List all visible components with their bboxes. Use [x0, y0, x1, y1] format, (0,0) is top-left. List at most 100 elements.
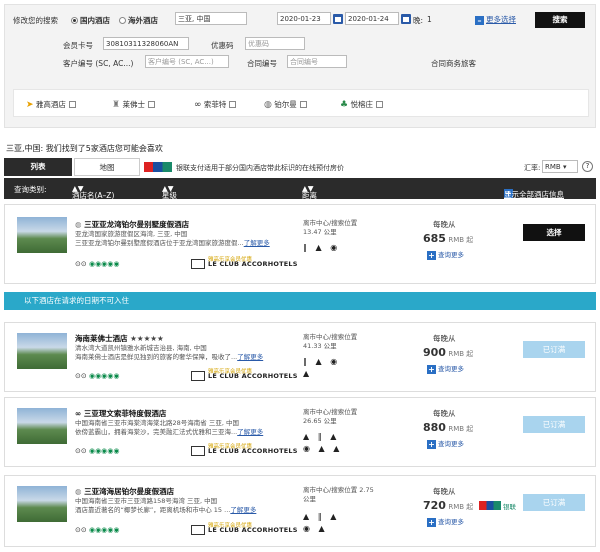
- plus-icon: +: [427, 440, 436, 449]
- raffles-icon: ♜: [112, 100, 121, 110]
- checkin-input[interactable]: 2020-01-23: [277, 12, 331, 25]
- currency-label: 汇率:: [524, 164, 541, 172]
- select-button[interactable]: 选择: [523, 224, 585, 241]
- calendar-icon[interactable]: [401, 14, 411, 24]
- member-input[interactable]: 30810311328060AN: [103, 37, 189, 50]
- more-options-link[interactable]: – 更多选择: [475, 14, 516, 25]
- hotel-desc: 依傍蓝霸山，拥着海棠沙，完美融汇法式优雅和三亚海...了解更多: [75, 428, 264, 436]
- sort-stars[interactable]: 星级 ▲▼: [162, 184, 177, 200]
- amenity-icons: ▲ ‖ ▲: [303, 512, 340, 521]
- details-link[interactable]: + 查询更多: [427, 363, 464, 374]
- pullman-icon: ◍: [75, 487, 82, 496]
- hotel-name[interactable]: ∞ 三亚理文索菲特度假酒店: [75, 408, 166, 419]
- checkbox[interactable]: [299, 101, 307, 108]
- distance-info: 离市中心/搜索位置 26.65 公里: [303, 408, 358, 425]
- price-label: 每晚从: [433, 409, 456, 418]
- booked-button[interactable]: 已订满: [523, 494, 585, 511]
- plus-icon: +: [427, 365, 436, 374]
- sort-name[interactable]: 酒店名(A–Z) ▲▼: [72, 184, 114, 200]
- brand-pullman[interactable]: ◍ 铂尔曼: [264, 99, 307, 110]
- brand-accor[interactable]: ➤ 雅高酒店: [26, 99, 76, 110]
- unionpay-notice: 银联支付适用于部分国内酒店带此标识的在线预付房价: [176, 164, 344, 172]
- learn-more-link[interactable]: 了解更多: [237, 428, 263, 436]
- leclub-badge: 雅高乐享会员优惠 LE CLUB ACCORHOTELS: [191, 523, 299, 537]
- radio-dot: [119, 17, 126, 24]
- hotel-desc: 海南莱佛士酒店是鲜见独到的旅客的奢华保障，吸收了...了解更多: [75, 353, 264, 361]
- amenity-icons: ◉ ▲: [303, 524, 328, 533]
- amenity-icons: ‖ ▲ ◉: [303, 243, 341, 252]
- hotel-address: 中国海南省三亚市三亚湾路158号海湾 三亚, 中国: [75, 497, 218, 505]
- booked-button[interactable]: 已订满: [523, 341, 585, 358]
- currency-select[interactable]: RMB ▾: [542, 160, 578, 173]
- leclub-badge: 雅高乐享会员优惠 LE CLUB ACCORHOTELS: [191, 444, 299, 458]
- learn-more-link[interactable]: 了解更多: [230, 506, 256, 514]
- checkbox[interactable]: [375, 101, 383, 108]
- promo-input[interactable]: 优惠码: [245, 37, 305, 50]
- distance-info: 离市中心/搜索位置 13.47 公里: [303, 219, 358, 236]
- search-button[interactable]: 搜索: [535, 12, 585, 28]
- price: 685 RMB 起: [423, 232, 474, 245]
- radio-domestic[interactable]: 国内酒店: [71, 15, 110, 26]
- details-link[interactable]: + 查询更多: [427, 516, 464, 527]
- hotel-card: 海南莱佛士酒店 ★★★★★ 清水湾大道凯州镇雅水新城吉治县, 海南, 中国 海南…: [4, 322, 596, 392]
- learn-more-link[interactable]: 了解更多: [237, 353, 263, 361]
- brand-sofitel[interactable]: ∞ 索菲特: [194, 99, 237, 110]
- hotel-photo[interactable]: [17, 217, 67, 253]
- sofitel-icon: ∞: [194, 100, 202, 110]
- hotel-photo[interactable]: [17, 408, 67, 444]
- checkbox[interactable]: [147, 101, 155, 108]
- tripadvisor-rating: ⊙⊙ ◉◉◉◉◉: [75, 260, 120, 268]
- hotel-card: ◍ 三亚亚龙湾铂尔曼别墅度假酒店 亚龙湾国家旅游度假区海湾, 三亚, 中国 三亚…: [4, 204, 596, 284]
- price: 880 RMB 起: [423, 421, 474, 434]
- contract-label: 合同编号: [247, 59, 277, 68]
- brand-filter-bar: ➤ 雅高酒店 ♜ 莱佛士 ∞ 索菲特 ◍ 铂尔曼 ♣ 悦榕庄: [13, 89, 589, 117]
- promo-label: 优惠码: [211, 41, 234, 50]
- hotel-name[interactable]: 海南莱佛士酒店 ★★★★★: [75, 333, 164, 344]
- checkbox[interactable]: [229, 101, 237, 108]
- chevron-down-icon: ▾: [562, 163, 567, 171]
- details-link[interactable]: + 查询更多: [427, 249, 464, 260]
- checkout-input[interactable]: 2020-01-24: [345, 12, 399, 25]
- distance-info: 离市中心/搜索位置 41.33 公里: [303, 333, 358, 350]
- unionpay-icon: [479, 501, 501, 510]
- hotel-photo[interactable]: [17, 333, 67, 369]
- hotel-address: 清水湾大道凯州镇雅水新城吉治县, 海南, 中国: [75, 344, 207, 352]
- hotel-photo[interactable]: [17, 486, 67, 522]
- sort-distance[interactable]: 距离 ▲▼: [302, 184, 317, 200]
- help-icon[interactable]: ?: [582, 161, 593, 172]
- checkbox[interactable]: [68, 101, 76, 108]
- booked-button[interactable]: 已订满: [523, 416, 585, 433]
- unionpay-icon: [144, 162, 172, 172]
- amenity-icons: ‖ ▲ ◉: [303, 357, 341, 366]
- pullman-icon: ◍: [75, 220, 82, 229]
- nights-value: 1: [427, 15, 432, 24]
- hotel-name[interactable]: ◍ 三亚湾海居铂尔曼度假酒店: [75, 486, 174, 497]
- details-link[interactable]: + 查询更多: [427, 438, 464, 449]
- tab-map[interactable]: 地图: [74, 158, 140, 176]
- brand-raffles[interactable]: ♜ 莱佛士: [112, 99, 155, 110]
- learn-more-link[interactable]: 了解更多: [244, 239, 270, 247]
- tab-list[interactable]: 列表: [4, 158, 72, 176]
- client-input[interactable]: 客户编号 (SC, AC...): [145, 55, 229, 68]
- radio-overseas[interactable]: 海外酒店: [119, 15, 158, 26]
- price-label: 每晚从: [433, 220, 456, 229]
- hotel-desc: 三亚亚龙湾铂尔曼别墅度假酒店位于亚龙湾国家旅游度假...了解更多: [75, 239, 270, 247]
- brand-banyan-tree[interactable]: ♣ 悦榕庄: [340, 99, 383, 110]
- price: 720 RMB 起: [423, 499, 474, 512]
- unavailable-notice: 以下酒店在请求的日期不可入住: [4, 292, 596, 310]
- plus-icon: –: [475, 16, 484, 25]
- member-label: 会员卡号: [63, 41, 93, 50]
- plus-icon: +: [427, 251, 436, 260]
- hotel-name[interactable]: ◍ 三亚亚龙湾铂尔曼别墅度假酒店: [75, 219, 189, 230]
- modify-search-label: 修改您的搜索: [13, 16, 58, 25]
- radio-dot: [71, 17, 78, 24]
- table-header: 查询类别: 酒店名(A–Z) ▲▼ 星级 ▲▼ 距离 ▲▼ + 显示全部酒店信息: [4, 178, 596, 200]
- sofitel-icon: ∞: [75, 409, 82, 418]
- amenity-icons: ▲ ‖ ▲: [303, 432, 340, 441]
- contract-input[interactable]: 合同编号: [287, 55, 347, 68]
- pullman-icon: ◍: [264, 100, 272, 110]
- unionpay-badge: 银联: [503, 503, 516, 511]
- calendar-icon[interactable]: [333, 14, 343, 24]
- results-title: 三亚,中国: 我们找到了5家酒店您可能会喜欢: [6, 144, 163, 153]
- destination-input[interactable]: 三亚, 中国: [175, 12, 247, 25]
